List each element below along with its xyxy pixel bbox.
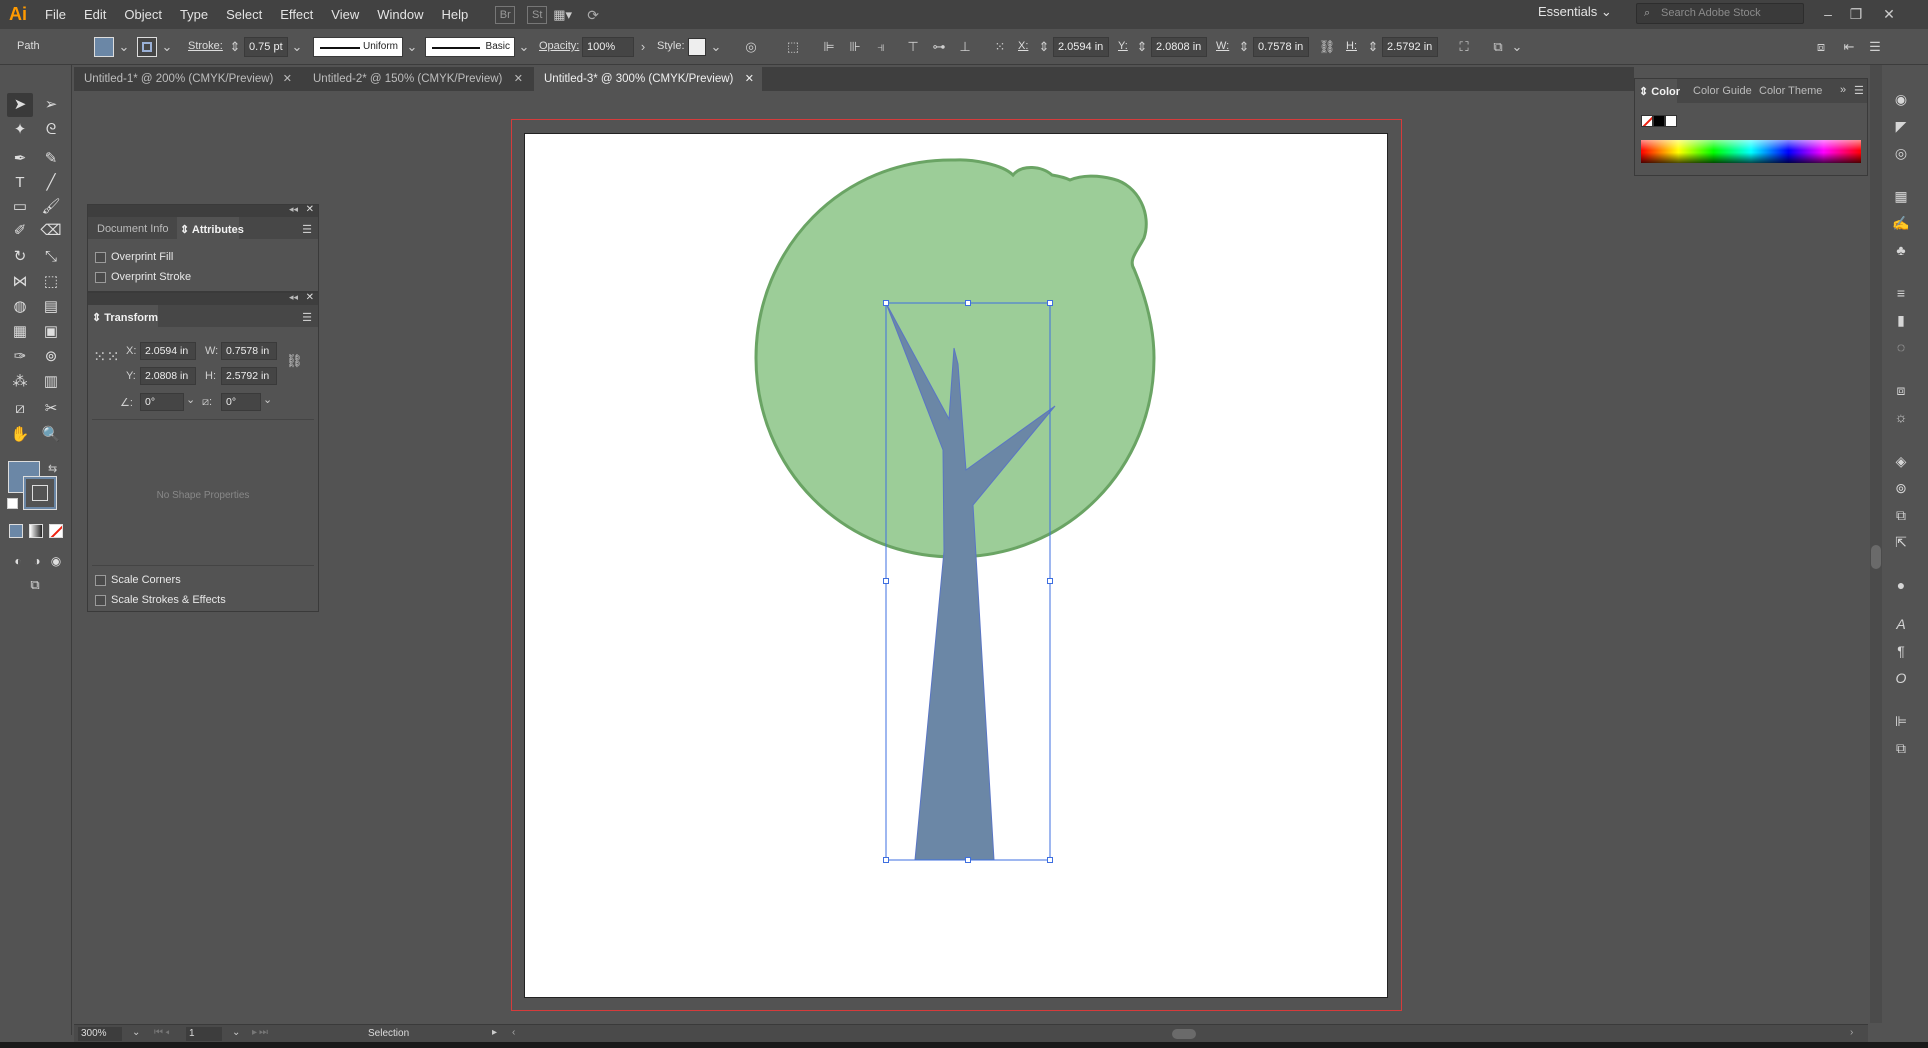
expand-panel-icon[interactable]: » [1840, 84, 1846, 96]
overprint-fill-checkbox[interactable] [95, 252, 106, 263]
transparency-icon[interactable]: ◌ [1890, 336, 1912, 358]
color-guide-icon[interactable]: ◤ [1890, 115, 1912, 137]
collapse-panel-icon[interactable]: ◂◂ [289, 204, 298, 215]
tab-document-info[interactable]: Document Info [97, 223, 169, 235]
no-shape-properties: No Shape Properties [156, 490, 250, 501]
current-tool-label: Selection [368, 1028, 410, 1039]
close-panel-icon[interactable]: ✕ [306, 292, 314, 303]
pathfinder-icon[interactable]: ⧉ [1890, 737, 1912, 759]
artboards-icon[interactable]: ⧉ [1890, 504, 1912, 526]
tab-transform-label: Transform [104, 312, 159, 324]
color-panel-icon[interactable]: ◉ [1890, 88, 1912, 110]
tab-attributes-label: Attributes [191, 224, 244, 236]
white-color-swatch[interactable] [1665, 115, 1677, 127]
panel-header [88, 293, 318, 305]
black-color-swatch[interactable] [1653, 115, 1665, 127]
scroll-left-icon[interactable]: ‹ [512, 1027, 515, 1038]
x-field[interactable]: 2.0594 in [140, 342, 196, 360]
angle-field[interactable]: 0° [140, 393, 184, 411]
color-spectrum[interactable] [1641, 140, 1861, 163]
panel-header [88, 205, 318, 217]
panel-menu-icon[interactable]: ☰ [302, 223, 312, 236]
shear-icon: ⧄: [202, 396, 213, 408]
close-panel-icon[interactable]: ✕ [306, 204, 314, 215]
brushes-icon[interactable]: ✍ [1890, 212, 1912, 234]
divider [92, 419, 314, 420]
scale-strokes-label: Scale Strokes & Effects [111, 594, 226, 606]
chevron-down-icon[interactable]: ⌄ [186, 393, 195, 406]
layers-icon[interactable]: ◈ [1890, 450, 1912, 472]
panel-dock: ◉ ◤ ◎ ▦ ✍ ♣ ≡ ▮ ◌ ⧈ ☼ ◈ ⊚ ⧉ ⇱ ● A ¶ O ⊫ … [1882, 84, 1922, 784]
scale-corners-label: Scale Corners [111, 574, 181, 586]
constrain-proportions-icon[interactable]: ⛓ [286, 353, 303, 369]
shear-field[interactable]: 0° [221, 393, 261, 411]
overprint-stroke-checkbox[interactable] [95, 272, 106, 283]
chevron-down-icon[interactable]: ⌄ [232, 1027, 240, 1038]
symbols-icon[interactable]: ♣ [1890, 239, 1912, 261]
align-icon[interactable]: ⊫ [1890, 710, 1912, 732]
image-trace-icon[interactable]: ⧈ [1890, 379, 1912, 401]
status-menu-icon[interactable]: ▸ [492, 1027, 497, 1038]
h-field[interactable]: 2.5792 in [221, 367, 277, 385]
navigator-icon[interactable]: ● [1890, 574, 1912, 596]
horizontal-scroll-thumb[interactable] [1172, 1029, 1196, 1039]
tab-color-theme[interactable]: Color Theme [1759, 85, 1822, 97]
overprint-stroke-label: Overprint Stroke [111, 271, 192, 283]
x-label: X: [126, 345, 137, 357]
artboard-number-field[interactable]: 1 [186, 1027, 222, 1041]
h-label: H: [205, 370, 216, 382]
scale-strokes-checkbox[interactable] [95, 595, 106, 606]
angle-icon: ∠: [120, 397, 133, 409]
w-field[interactable]: 0.7578 in [221, 342, 277, 360]
tab-transform[interactable]: ⇕ Transform [92, 311, 158, 324]
character-icon[interactable]: A [1890, 613, 1912, 635]
color-theme-icon[interactable]: ◎ [1890, 142, 1912, 164]
tab-color[interactable]: ⇕ Color [1639, 85, 1680, 98]
export-assets-icon[interactable]: ⇱ [1890, 531, 1912, 553]
y-field[interactable]: 2.0808 in [140, 367, 196, 385]
color-panel: ⇕ Color Color Guide Color Theme » ☰ [1634, 78, 1868, 176]
libraries-icon[interactable]: ⊚ [1890, 477, 1912, 499]
none-color-swatch[interactable] [1641, 115, 1653, 127]
gradient-icon[interactable]: ▮ [1890, 309, 1912, 331]
scale-corners-checkbox[interactable] [95, 575, 106, 586]
paragraph-icon[interactable]: ¶ [1890, 640, 1912, 662]
opentype-icon[interactable]: O [1890, 667, 1912, 689]
attributes-panel: ◂◂ ✕ Document Info ⇕ Attributes ☰ Overpr… [87, 204, 319, 292]
appearance-icon[interactable]: ☼ [1890, 406, 1912, 428]
vertical-scrollbar[interactable] [1870, 65, 1882, 1023]
zoom-field[interactable]: 300% [78, 1027, 122, 1041]
y-label: Y: [126, 370, 136, 382]
w-label: W: [205, 345, 219, 357]
tab-attributes[interactable]: ⇕ Attributes [180, 223, 244, 236]
chevron-down-icon[interactable]: ⌄ [263, 393, 272, 406]
stroke-icon[interactable]: ≡ [1890, 282, 1912, 304]
scroll-right-icon[interactable]: › [1850, 1027, 1853, 1038]
panel-menu-icon[interactable]: ☰ [302, 311, 312, 324]
next-last-artboard-icon[interactable]: ▸⏭ [252, 1027, 270, 1038]
first-prev-artboard-icon[interactable]: ⏮◂ [154, 1027, 172, 1038]
tab-color-label: Color [1651, 86, 1681, 98]
collapse-panel-icon[interactable]: ◂◂ [289, 292, 298, 303]
transform-panel: ◂◂ ✕ ⇕ Transform ☰ ⁙⁙ X: 2.0594 in W: 0.… [87, 292, 319, 612]
panel-menu-icon[interactable]: ☰ [1854, 84, 1864, 97]
status-bar: 300% ⌄ ⏮◂ 1 ⌄ ▸⏭ Selection ▸ ‹ › [74, 1024, 1868, 1042]
overprint-fill-label: Overprint Fill [111, 251, 174, 263]
tab-color-guide[interactable]: Color Guide [1693, 85, 1752, 97]
chevron-down-icon[interactable]: ⌄ [132, 1027, 140, 1038]
divider [92, 565, 314, 566]
reference-point-locator-icon[interactable]: ⁙⁙ [93, 350, 120, 366]
swatches-icon[interactable]: ▦ [1890, 185, 1912, 207]
os-taskbar [0, 1042, 1928, 1048]
